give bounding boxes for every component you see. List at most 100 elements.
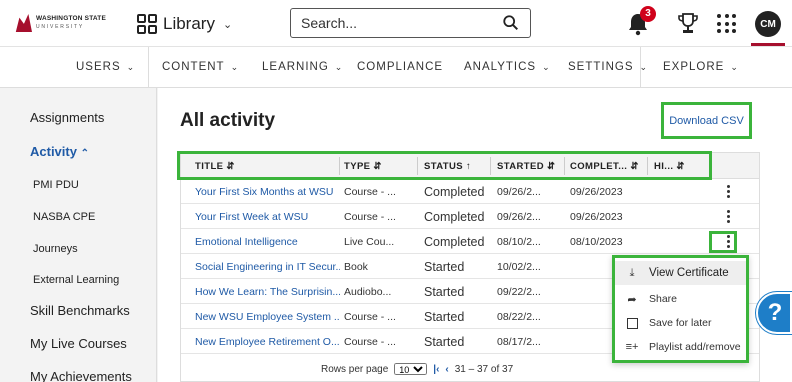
sort-ascending-icon: ↑ <box>466 160 472 172</box>
row-started: 08/22/2... <box>497 310 541 323</box>
column-header-started[interactable]: STARTED ⇵ <box>497 153 555 179</box>
search-box[interactable] <box>290 8 531 38</box>
wsu-logo[interactable]: WASHINGTON STATE UNIVERSITY <box>14 12 122 34</box>
row-title-link[interactable]: Your First Week at WSU <box>195 204 340 229</box>
trophy-icon[interactable] <box>677 12 699 34</box>
logo-line-2: UNIVERSITY <box>36 23 85 30</box>
column-history-label: HI... <box>654 160 674 172</box>
column-header-status[interactable]: STATUS ↑ <box>424 153 471 179</box>
row-status: Completed <box>424 209 485 224</box>
row-title-link[interactable]: Social Engineering in IT Secur... <box>195 254 340 279</box>
sort-icon: ⇵ <box>373 160 382 172</box>
sort-icon: ⇵ <box>546 160 556 172</box>
page-range: 31 – 37 of 37 <box>454 363 514 375</box>
row-type: Live Cou... <box>344 235 395 248</box>
nav-content[interactable]: CONTENT ⌄ <box>162 47 239 87</box>
apps-grid-icon[interactable] <box>717 14 737 34</box>
row-started: 09/22/2... <box>497 285 541 298</box>
nav-analytics[interactable]: ANALYTICS ⌄ <box>464 47 551 87</box>
chevron-down-icon: ⌄ <box>222 18 233 31</box>
sort-icon: ⇵ <box>630 160 639 172</box>
menu-share[interactable]: ➦ Share <box>615 287 746 311</box>
nav-learning[interactable]: LEARNING ⌄ <box>262 47 343 87</box>
menu-save-for-later-label: Save for later <box>649 317 712 329</box>
pagination: Rows per page 10 |‹ ‹ 31 – 37 of 37 <box>321 363 513 375</box>
row-completed: 09/26/2023 <box>570 210 623 223</box>
rows-per-page-label: Rows per page <box>321 363 389 375</box>
nav-compliance[interactable]: COMPLIANCE <box>357 47 443 87</box>
row-title-link[interactable]: Your First Six Months at WSU <box>195 179 340 204</box>
column-separator <box>339 157 340 175</box>
row-title-link[interactable]: How We Learn: The Surprisin... <box>195 279 340 304</box>
first-page-icon[interactable]: |‹ <box>433 364 439 375</box>
search-input[interactable] <box>301 15 502 31</box>
row-type: Audiobo... <box>344 285 392 298</box>
rows-per-page-select[interactable]: 10 <box>394 363 428 375</box>
avatar-underline <box>751 43 785 46</box>
more-options-icon[interactable] <box>721 183 735 200</box>
row-started: 10/02/2... <box>497 260 541 273</box>
sort-icon: ⇵ <box>226 160 235 172</box>
column-header-title[interactable]: TITLE ⇵ <box>195 153 235 179</box>
sidebar-item-pmi-pdu[interactable]: PMI PDU <box>33 179 79 191</box>
chevron-down-icon: ⌄ <box>542 61 551 72</box>
download-icon: ⤓ <box>629 266 635 279</box>
column-separator <box>417 157 418 175</box>
column-type-label: TYPE <box>344 160 371 172</box>
download-csv-button[interactable]: Download CSV <box>661 102 752 139</box>
column-completed-label: COMPLET... <box>570 160 628 172</box>
row-started: 09/26/2... <box>497 210 541 223</box>
nav-settings[interactable]: SETTINGS ⌄ <box>568 47 648 87</box>
column-header-type[interactable]: TYPE ⇵ <box>344 153 382 179</box>
row-started: 08/17/2... <box>497 335 541 348</box>
share-icon: ➦ <box>627 293 637 306</box>
help-button[interactable]: ? <box>756 292 792 334</box>
row-status: Started <box>424 309 465 324</box>
nav-explore[interactable]: EXPLORE ⌄ <box>663 47 739 87</box>
menu-playlist-add-remove[interactable]: ≡+ Playlist add/remove <box>615 335 746 359</box>
sidebar-item-assignments[interactable]: Assignments <box>30 110 104 125</box>
app-grid-icon <box>137 14 157 34</box>
column-separator <box>647 157 648 175</box>
sidebar-item-nasba-cpe[interactable]: NASBA CPE <box>33 211 95 223</box>
row-status: Started <box>424 259 465 274</box>
more-options-icon[interactable] <box>721 208 735 225</box>
row-title-link[interactable]: New WSU Employee System ... <box>195 304 340 329</box>
nav-settings-label: SETTINGS <box>568 61 634 73</box>
sidebar-item-activity[interactable]: Activity ⌃ <box>30 144 89 159</box>
library-label: Library <box>163 14 215 33</box>
nav-divider <box>640 47 641 87</box>
main-nav: USERS ⌄ CONTENT ⌄ LEARNING ⌄ COMPLIANCE ANA… <box>0 47 792 88</box>
row-title-link[interactable]: Emotional Intelligence <box>195 229 340 254</box>
top-bar: WASHINGTON STATE UNIVERSITY Library ⌄ 3 … <box>0 0 792 47</box>
row-title-link[interactable]: New Employee Retirement O... <box>195 329 340 354</box>
row-started: 09/26/2... <box>497 185 541 198</box>
chevron-up-icon: ⌃ <box>80 148 89 159</box>
sidebar-item-my-live-courses[interactable]: My Live Courses <box>30 336 127 351</box>
notification-badge: 3 <box>640 6 656 22</box>
column-header-completed[interactable]: COMPLET... ⇵ <box>570 153 639 179</box>
library-switcher[interactable]: Library ⌄ <box>137 12 232 36</box>
nav-users-label: USERS <box>76 61 121 73</box>
kebab-highlight-box <box>709 231 737 253</box>
menu-view-certificate[interactable]: ⤓ View Certificate <box>615 261 746 285</box>
avatar[interactable]: CM <box>755 11 781 37</box>
sidebar-item-activity-label: Activity <box>30 144 77 159</box>
row-type: Course - ... <box>344 210 396 223</box>
page-title: All activity <box>180 110 276 131</box>
wsu-logo-mark <box>15 14 32 32</box>
avatar-initials: CM <box>760 18 776 30</box>
chevron-down-icon: ⌄ <box>730 61 739 72</box>
search-icon[interactable] <box>502 14 520 32</box>
previous-page-icon[interactable]: ‹ <box>445 364 448 375</box>
row-status: Completed <box>424 184 485 199</box>
nav-analytics-label: ANALYTICS <box>464 61 537 73</box>
sidebar-item-my-achievements[interactable]: My Achievements <box>30 369 132 382</box>
menu-save-for-later[interactable]: Save for later <box>615 311 746 335</box>
sidebar-item-external-learning[interactable]: External Learning <box>33 274 119 286</box>
column-header-history[interactable]: HI... ⇵ <box>654 153 685 179</box>
nav-users[interactable]: USERS ⌄ <box>76 47 135 87</box>
nav-explore-label: EXPLORE <box>663 61 725 73</box>
sidebar-item-skill-benchmarks[interactable]: Skill Benchmarks <box>30 303 130 318</box>
sidebar-item-journeys[interactable]: Journeys <box>33 243 78 255</box>
